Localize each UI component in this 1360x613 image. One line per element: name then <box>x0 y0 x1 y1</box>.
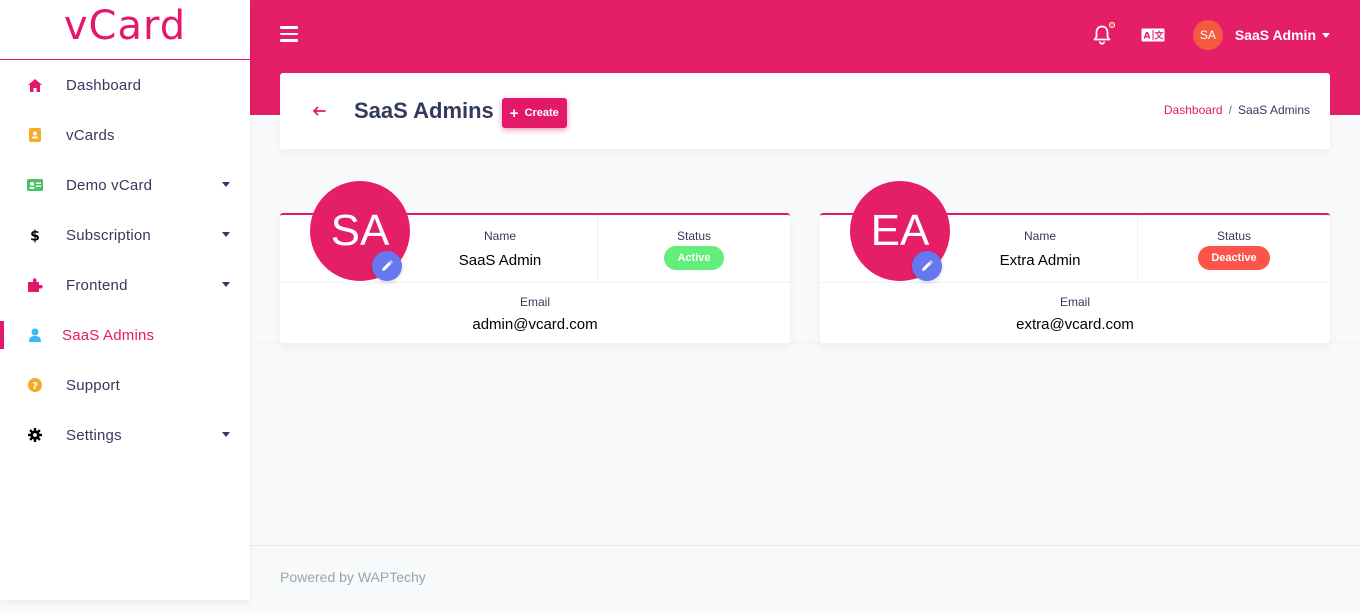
create-button[interactable]: + Create <box>501 98 567 128</box>
admin-status-column: Status Active <box>624 229 764 270</box>
sidebar-item-label: Dashboard <box>66 76 142 94</box>
sidebar-item-label: Settings <box>66 426 122 444</box>
status-badge[interactable]: Active <box>664 246 724 270</box>
user-avatar[interactable]: SA <box>1192 20 1223 50</box>
sidebar-item-dashboard[interactable]: Dashboard <box>0 60 250 110</box>
name-label: Name <box>1023 229 1056 243</box>
create-button-label: Create <box>524 107 559 119</box>
chevron-down-icon <box>222 282 230 287</box>
question-circle-icon: ? <box>26 376 44 394</box>
svg-text:?: ? <box>32 381 38 392</box>
admin-status-column: Status Deactive <box>1164 229 1304 270</box>
email-label: Email <box>519 295 550 309</box>
notification-dot <box>1108 22 1115 28</box>
menu-toggle-icon[interactable] <box>280 26 298 46</box>
status-label: Status <box>676 229 712 243</box>
sidebar-item-frontend[interactable]: Frontend <box>0 260 250 310</box>
language-icon[interactable]: A文 <box>1141 20 1165 50</box>
dollar-icon: $ <box>26 226 44 244</box>
admin-email: admin@vcard.com <box>472 316 598 333</box>
brand-name: vCard <box>63 2 187 49</box>
sidebar: vCard Dashboard vCards Demo vCard $ Subs… <box>0 0 250 600</box>
sidebar-item-vcards[interactable]: vCards <box>0 110 250 160</box>
status-label: Status <box>1216 229 1252 243</box>
breadcrumb: Dashboard / SaaS Admins <box>1164 103 1310 117</box>
gear-icon <box>26 426 44 444</box>
svg-text:$: $ <box>30 228 40 243</box>
section-header: SaaS Admins + Create Dashboard / SaaS Admi… <box>280 73 1330 149</box>
puzzle-icon <box>26 276 44 294</box>
id-card-icon <box>26 176 44 194</box>
chevron-down-icon <box>1322 32 1330 38</box>
page-title: SaaS Admins <box>354 98 494 123</box>
svg-text:A: A <box>1143 32 1150 42</box>
svg-text:文: 文 <box>1153 30 1164 42</box>
brand-logo[interactable]: vCard <box>0 0 250 60</box>
home-icon <box>26 76 44 94</box>
sidebar-item-label: vCards <box>66 126 115 144</box>
sidebar-item-support[interactable]: ? Support <box>0 360 250 410</box>
bell-icon[interactable] <box>1093 20 1115 50</box>
footer-text: Powered by WAPTechy <box>280 569 426 585</box>
plus-icon: + <box>509 104 519 122</box>
chevron-down-icon <box>222 432 230 437</box>
user-name: SaaS Admin <box>1234 27 1316 43</box>
status-badge[interactable]: Deactive <box>1198 246 1270 270</box>
sidebar-item-label: Frontend <box>66 276 128 294</box>
pencil-icon[interactable] <box>912 251 942 281</box>
sidebar-item-subscription[interactable]: $ Subscription <box>0 210 250 260</box>
user-icon <box>26 326 44 344</box>
column-divider <box>597 215 598 283</box>
sidebar-item-label: SaaS Admins <box>62 326 155 344</box>
admin-name-column: Name SaaS Admin <box>440 229 560 269</box>
breadcrumb-current: SaaS Admins <box>1237 103 1310 117</box>
admin-email-column: Email admin@vcard.com <box>280 295 790 333</box>
name-label: Name <box>483 229 516 243</box>
chevron-down-icon <box>222 232 230 237</box>
email-label: Email <box>1059 295 1090 309</box>
navbar-right: A文 SA SaaS Admin <box>1093 20 1330 50</box>
breadcrumb-separator: / <box>1228 103 1232 117</box>
back-arrow-icon[interactable] <box>312 106 328 116</box>
footer: Powered by WAPTechy <box>250 545 1360 613</box>
sidebar-item-label: Demo vCard <box>66 176 153 194</box>
admin-email: extra@vcard.com <box>1016 316 1134 333</box>
sidebar-item-label: Support <box>66 376 120 394</box>
admin-name: Extra Admin <box>999 252 1081 269</box>
vcard-icon <box>26 126 44 144</box>
sidebar-item-demo-vcard[interactable]: Demo vCard <box>0 160 250 210</box>
admin-email-column: Email extra@vcard.com <box>820 295 1330 333</box>
chevron-down-icon <box>222 182 230 187</box>
column-divider <box>1137 215 1138 283</box>
pencil-icon[interactable] <box>372 251 402 281</box>
sidebar-menu: Dashboard vCards Demo vCard $ Subscripti… <box>0 60 250 460</box>
admin-name: SaaS Admin <box>458 252 542 269</box>
sidebar-item-saas-admins[interactable]: SaaS Admins <box>0 310 250 360</box>
admin-name-column: Name Extra Admin <box>980 229 1100 269</box>
sidebar-item-label: Subscription <box>66 226 151 244</box>
sidebar-item-settings[interactable]: Settings <box>0 410 250 460</box>
user-menu-dropdown[interactable]: SaaS Admin <box>1235 27 1330 43</box>
breadcrumb-dashboard-link[interactable]: Dashboard <box>1164 103 1223 117</box>
